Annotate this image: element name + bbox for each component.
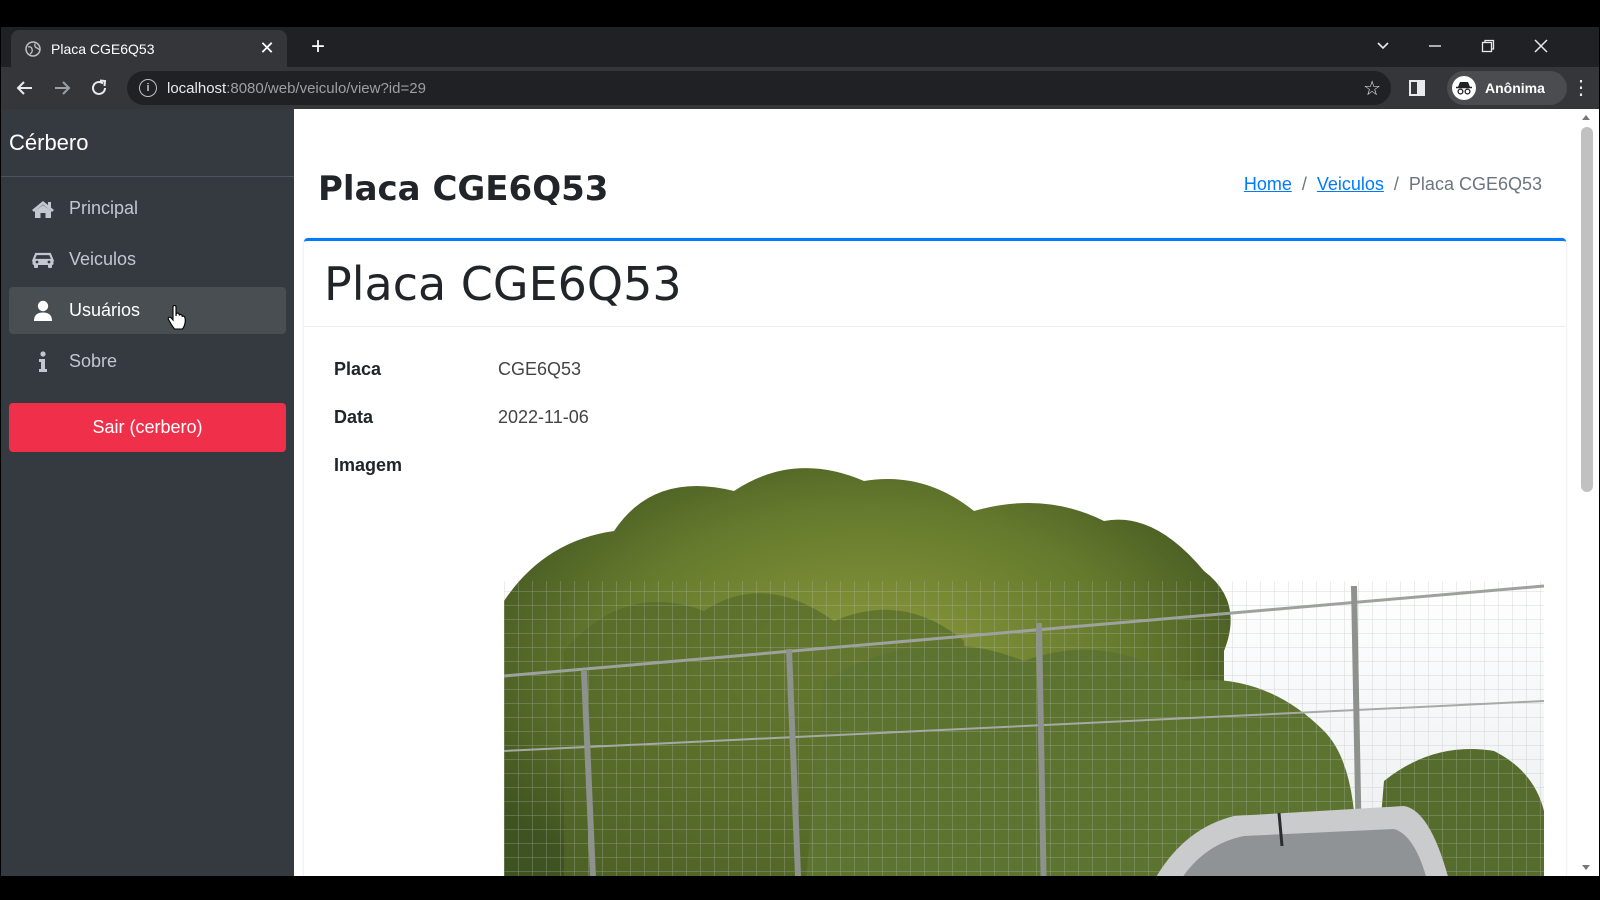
breadcrumb-home-link[interactable]: Home — [1244, 174, 1292, 195]
arrow-left-icon — [16, 81, 32, 95]
breadcrumb-separator: / — [1301, 174, 1307, 194]
info-icon — [31, 350, 55, 373]
tab-title: Placa CGE6Q53 — [51, 40, 155, 57]
breadcrumb-separator: / — [1393, 174, 1399, 194]
tab-search-icon[interactable] — [1365, 32, 1401, 60]
scroll-up-icon[interactable] — [1582, 115, 1590, 120]
detail-value: 2022-11-06 — [498, 407, 589, 427]
detail-row-placa: Placa CGE6Q53 — [334, 359, 589, 407]
detail-row-data: Data 2022-11-06 — [334, 407, 589, 455]
profile-button[interactable]: Anônima — [1447, 71, 1567, 105]
page-title: Placa CGE6Q53 — [318, 169, 609, 209]
tab-close-icon[interactable]: ✕ — [257, 38, 277, 59]
scroll-thumb[interactable] — [1581, 127, 1593, 492]
sidebar-item-usuarios[interactable]: Usuários — [9, 287, 286, 334]
card-header: Placa CGE6Q53 — [304, 241, 1566, 327]
back-button[interactable] — [11, 74, 39, 102]
sidebar-item-label: Principal — [69, 198, 139, 218]
url-path: :8080/web/veiculo/view?id=29 — [226, 79, 426, 97]
arrow-right-icon — [55, 81, 71, 95]
new-tab-button[interactable]: + — [305, 34, 331, 60]
content-header: Placa CGE6Q53 Home / Veiculos / Placa CG… — [294, 149, 1576, 229]
main-content: Placa CGE6Q53 Home / Veiculos / Placa CG… — [294, 109, 1576, 876]
hand-pointer-cursor-icon — [167, 305, 186, 330]
browser-tab[interactable]: Placa CGE6Q53 ✕ — [11, 30, 287, 67]
detail-label: Data — [334, 407, 374, 427]
bookmark-star-icon[interactable]: ☆ — [1363, 76, 1381, 101]
browser-menu-icon[interactable]: ⋮ — [1571, 76, 1591, 100]
sidebar-nav: Principal Veiculos Usuários Sobre — [1, 177, 294, 385]
breadcrumb-current: Placa CGE6Q53 — [1408, 174, 1542, 194]
vehicle-detail-card: Placa CGE6Q53 Placa CGE6Q53 Data 2022-11… — [304, 238, 1566, 876]
card-title: Placa CGE6Q53 — [324, 256, 682, 311]
car-icon — [31, 250, 55, 270]
sidebar-item-principal[interactable]: Principal — [9, 185, 286, 232]
reload-button[interactable] — [85, 74, 113, 102]
side-panel-icon[interactable] — [1405, 76, 1429, 100]
restore-button[interactable] — [1470, 32, 1506, 60]
detail-value: CGE6Q53 — [498, 359, 582, 379]
minimize-button[interactable] — [1417, 32, 1453, 60]
address-bar[interactable]: i localhost:8080/web/veiculo/view?id=29 … — [127, 71, 1391, 105]
close-window-button[interactable] — [1523, 32, 1559, 60]
detail-label: Imagem — [334, 455, 403, 475]
sidebar-item-label: Veiculos — [69, 249, 137, 269]
home-icon — [31, 199, 55, 219]
url-text: localhost:8080/web/veiculo/view?id=29 — [167, 80, 426, 97]
screen-frame: Placa CGE6Q53 ✕ + i localhost:8080/web/v… — [0, 0, 1600, 900]
detail-label: Placa — [334, 359, 382, 379]
sidebar-item-label: Sobre — [69, 351, 118, 371]
incognito-icon — [1452, 76, 1476, 100]
profile-label: Anônima — [1485, 80, 1545, 96]
logout-button[interactable]: Sair (cerbero) — [9, 403, 286, 452]
browser-toolbar: i localhost:8080/web/veiculo/view?id=29 … — [1, 67, 1599, 109]
globe-icon — [25, 40, 41, 57]
site-info-icon[interactable]: i — [139, 79, 157, 97]
vertical-scrollbar[interactable] — [1576, 109, 1599, 876]
user-icon — [31, 300, 55, 322]
url-host: localhost — [167, 79, 227, 97]
breadcrumb-veiculos-link[interactable]: Veiculos — [1317, 174, 1384, 195]
sidebar-item-label: Usuários — [69, 300, 141, 320]
breadcrumb: Home / Veiculos / Placa CGE6Q53 — [1244, 174, 1542, 195]
reload-icon — [92, 79, 107, 95]
forward-button[interactable] — [48, 74, 76, 102]
sidebar-item-sobre[interactable]: Sobre — [9, 338, 286, 385]
brand-title[interactable]: Cérbero — [1, 109, 294, 177]
sidebar-item-veiculos[interactable]: Veiculos — [9, 236, 286, 283]
scroll-down-icon[interactable] — [1582, 865, 1590, 870]
page-viewport: Cérbero Principal Veiculos Usuários Sobr… — [1, 109, 1599, 876]
browser-tab-strip: Placa CGE6Q53 ✕ + — [1, 27, 1599, 67]
vehicle-photo — [504, 451, 1544, 876]
sidebar: Cérbero Principal Veiculos Usuários Sobr… — [1, 109, 294, 876]
